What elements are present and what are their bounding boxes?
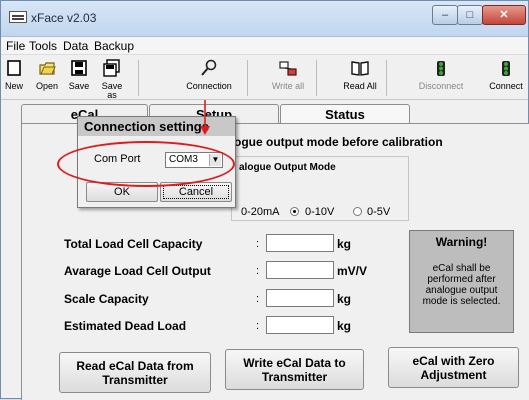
save-as-button[interactable]: Save as [101, 56, 123, 100]
minimize-button[interactable]: – [432, 5, 458, 25]
disconnect-button[interactable]: Disconnect [419, 56, 463, 100]
mode-0-10v-label: 0-10V [305, 206, 335, 218]
new-button[interactable]: New [3, 56, 25, 100]
red-arrow-annotation [200, 100, 210, 135]
field-label: Scale Capacity [64, 292, 149, 306]
mode-0-5v-label: 0-5V [367, 206, 391, 218]
menu-file[interactable]: File [6, 39, 25, 53]
group-title: alogue Output Mode [239, 162, 336, 173]
scale-capacity-input[interactable] [266, 289, 334, 307]
ecal-zero-adjustment-button[interactable]: eCal with Zero Adjustment [388, 347, 519, 388]
menu-tools[interactable]: Tools [29, 39, 57, 53]
disconnect-label: Disconnect [418, 81, 464, 91]
dialog-title: Connection settings [78, 117, 235, 136]
mode-0-20ma-label: 0-20mA [241, 206, 280, 218]
window-title: xFace v2.03 [31, 11, 97, 25]
connection-icon [201, 59, 217, 76]
save-icon [71, 60, 87, 76]
xface-window: xFace v2.03 – □ ✕ File Tools Data Backup… [0, 0, 529, 400]
field-label: Avarage Load Cell Output [64, 264, 211, 278]
mode-0-10v-radio[interactable] [290, 207, 299, 216]
menu-bar: File Tools Data Backup [1, 37, 528, 55]
unit-label: mV/V [337, 264, 368, 278]
maximize-button[interactable]: □ [457, 5, 483, 25]
open-button[interactable]: Open [36, 56, 58, 100]
tab-status[interactable]: Status [280, 104, 410, 124]
toolbar-separator [386, 60, 387, 96]
unit-label: kg [337, 237, 352, 251]
open-folder-icon [39, 62, 56, 75]
app-icon [9, 11, 27, 23]
save-as-label: Save as [101, 81, 123, 100]
read-all-label: Read All [343, 81, 377, 91]
mode-0-5v-radio[interactable] [353, 207, 362, 216]
title-bar: xFace v2.03 – □ ✕ [1, 1, 528, 37]
connection-button[interactable]: Connection [186, 56, 232, 100]
field-colon: : [256, 293, 260, 305]
unit-label: kg [337, 319, 352, 333]
average-load-cell-output-input[interactable] [266, 261, 334, 279]
field-colon: : [256, 265, 260, 277]
toolbar-separator [247, 60, 248, 96]
close-button[interactable]: ✕ [482, 5, 526, 25]
write-all-label: Write all [271, 81, 305, 91]
traffic-light-icon [437, 61, 445, 76]
new-icon [7, 60, 21, 76]
traffic-light-icon [502, 61, 510, 76]
warning-title: Warning! [435, 235, 488, 249]
write-all-icon [279, 61, 297, 76]
toolbar-separator [316, 60, 317, 96]
connect-button[interactable]: Connect [489, 56, 523, 100]
field-label: Estimated Dead Load [64, 319, 187, 333]
read-all-button[interactable]: Read All [343, 56, 377, 100]
field-colon: : [256, 320, 260, 332]
connection-label: Connection [186, 81, 232, 91]
connect-label: Connect [489, 81, 523, 91]
calibration-note: ogue output mode before calibration [234, 135, 443, 149]
write-ecal-button[interactable]: Write eCal Data to Transmitter [225, 349, 364, 390]
warning-box: Warning! eCal shall be performed after a… [409, 230, 514, 333]
menu-backup[interactable]: Backup [94, 39, 134, 53]
unit-label: kg [337, 292, 352, 306]
read-ecal-button[interactable]: Read eCal Data from Transmitter [59, 352, 211, 393]
read-all-icon [351, 61, 369, 76]
save-as-icon [103, 59, 120, 77]
write-all-button[interactable]: Write all [272, 56, 304, 100]
total-load-cell-capacity-input[interactable] [266, 234, 334, 252]
estimated-dead-load-input[interactable] [266, 316, 334, 334]
toolbar-separator [138, 60, 139, 96]
highlight-ellipse [57, 141, 235, 187]
field-colon: : [256, 238, 260, 250]
toolbar: New Open Save Save as Connection Write a… [1, 56, 528, 100]
warning-text: eCal shall be performed after analogue o… [422, 263, 501, 307]
field-label: Total Load Cell Capacity [64, 237, 203, 251]
menu-data[interactable]: Data [63, 39, 88, 53]
